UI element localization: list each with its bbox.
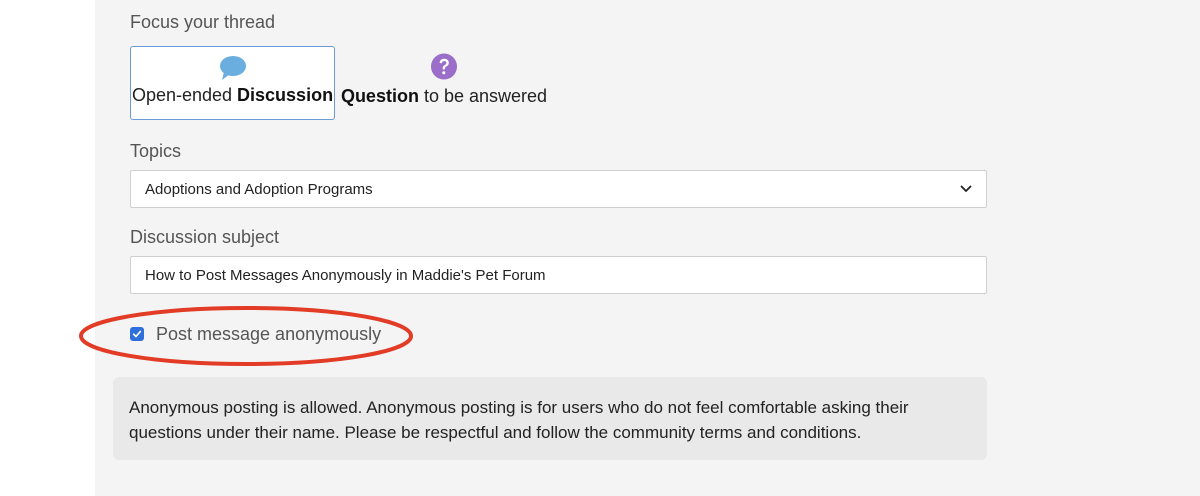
discussion-option-bold: Discussion (237, 85, 334, 105)
question-option-suffix: to be answered (418, 86, 548, 106)
open-ended-discussion-option[interactable]: Open-ended Discussion (130, 46, 335, 120)
discussion-subject-label: Discussion subject (130, 227, 280, 247)
question-mark-icon (430, 53, 458, 80)
discussion-subject-input[interactable] (130, 256, 987, 294)
speech-bubble-icon (219, 56, 246, 80)
topics-selected-value: Adoptions and Adoption Programs (145, 180, 373, 198)
topics-select[interactable]: Adoptions and Adoption Programs (130, 170, 987, 208)
question-option-bold: Question (340, 86, 419, 106)
post-anonymously-label[interactable]: Post message anonymously (156, 324, 381, 345)
topics-label: Topics (130, 141, 182, 161)
focus-thread-label: Focus your thread (130, 12, 276, 32)
post-anonymously-checkbox[interactable] (130, 327, 144, 341)
checkmark-icon (132, 330, 142, 338)
notice-line-2: questions under their name. Please be re… (129, 423, 862, 442)
discussion-option-prefix: Open-ended (131, 85, 238, 105)
anonymous-posting-notice: Anonymous posting is allowed. Anonymous … (113, 377, 987, 460)
question-option[interactable]: Question to be answered (340, 46, 548, 120)
chevron-down-icon (960, 185, 972, 192)
notice-line-1: Anonymous posting is allowed. Anonymous … (129, 398, 909, 417)
